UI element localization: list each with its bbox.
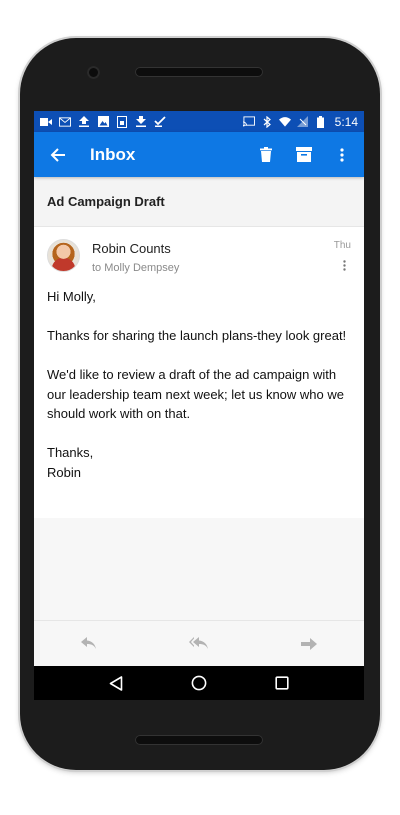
forward-icon[interactable] [294,629,324,659]
bottom-speaker [135,735,263,745]
more-vert-icon[interactable] [330,143,354,167]
sender-name: Robin Counts [92,241,171,256]
upload-icon [78,116,90,128]
cast-icon [242,116,255,128]
body-paragraph: Thanks for sharing the launch plans-they… [47,328,347,343]
top-speaker [135,67,263,77]
body-paragraph: Thanks, Robin [47,445,94,480]
reply-icon[interactable] [74,629,104,659]
message-card: Robin Counts to Molly Dempsey Thu Hi Mol… [34,227,364,518]
message-header[interactable]: Robin Counts to Molly Dempsey Thu [47,227,351,287]
bluetooth-icon [261,115,273,128]
status-time: 5:14 [334,114,358,129]
front-camera [87,66,100,79]
message-date: Thu [333,240,351,251]
wifi-icon [278,116,291,128]
page-title: Inbox [90,144,136,164]
avatar [47,239,80,272]
home-circle-icon[interactable] [187,671,211,695]
email-subject: Ad Campaign Draft [34,177,364,227]
recents-square-icon[interactable] [270,671,294,695]
screen: 5:14 Inbox Ad Campaign Draft Robin Count… [34,111,364,700]
archive-icon[interactable] [292,143,316,167]
back-arrow-icon[interactable] [46,143,70,167]
sim-icon [116,115,128,128]
mail-icon [59,116,71,128]
video-icon [40,116,52,128]
download-icon [135,116,147,128]
status-bar: 5:14 [34,111,364,132]
no-signal-icon [297,116,309,128]
checklist-icon [154,116,166,128]
back-triangle-icon[interactable] [104,671,128,695]
body-paragraph: We'd like to review a draft of the ad ca… [47,367,344,421]
message-toolbar [34,620,364,666]
image-icon [97,116,109,128]
delete-icon[interactable] [254,143,278,167]
battery-icon [315,115,327,128]
message-body: Hi Molly, Thanks for sharing the launch … [47,287,351,482]
app-bar: Inbox [34,132,364,177]
system-nav-bar [34,666,364,700]
message-more-icon[interactable] [339,258,349,272]
reply-all-icon[interactable] [184,629,214,659]
body-paragraph: Hi Molly, [47,289,96,304]
recipient-line: to Molly Dempsey [92,262,180,274]
